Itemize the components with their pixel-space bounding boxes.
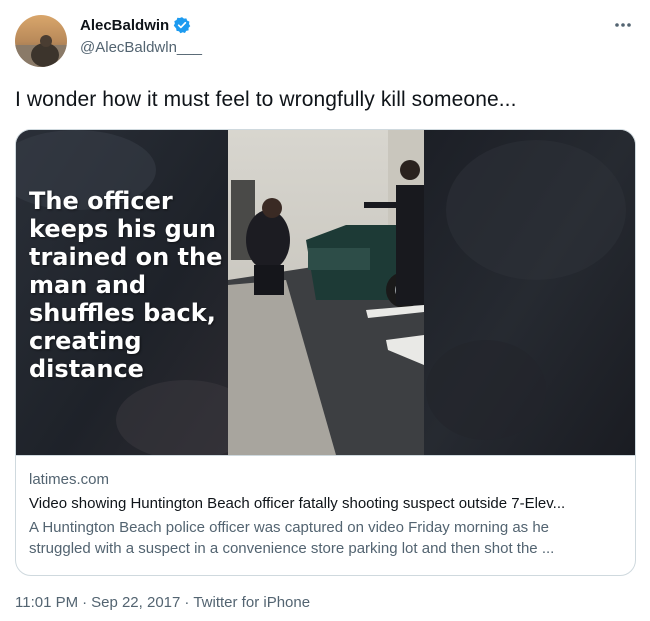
tweet-date[interactable]: Sep 22, 2017 xyxy=(91,594,180,611)
card-title: Video showing Huntington Beach officer f… xyxy=(29,495,566,512)
separator-dot: · xyxy=(82,594,88,611)
separator-dot: · xyxy=(184,594,190,611)
display-name[interactable]: AlecBaldwin xyxy=(80,17,169,34)
tweet-text: I wonder how it must feel to wrongfully … xyxy=(15,88,517,111)
card-description-line-1: A Huntington Beach police officer was ca… xyxy=(29,519,550,536)
link-card[interactable]: The officer keeps his gun trained on the… xyxy=(15,129,636,576)
card-description: A Huntington Beach police officer was ca… xyxy=(29,517,622,559)
card-domain: latimes.com xyxy=(29,471,110,488)
more-options-icon[interactable] xyxy=(612,18,634,32)
card-image[interactable]: The officer keeps his gun trained on the… xyxy=(16,130,635,455)
card-description-line-2: struggled with a suspect in a convenienc… xyxy=(29,540,555,557)
handle[interactable]: @AlecBaldwln___ xyxy=(80,39,202,56)
tweet-source[interactable]: Twitter for iPhone xyxy=(193,594,310,611)
verified-badge-icon xyxy=(173,16,191,34)
card-image-caption: The officer keeps his gun trained on the… xyxy=(29,187,223,383)
avatar[interactable] xyxy=(15,15,67,67)
tweet-metadata: 11:01 PM · Sep 22, 2017 · Twitter for iP… xyxy=(15,594,310,611)
card-meta[interactable]: latimes.com Video showing Huntington Bea… xyxy=(16,455,635,575)
tweet-time[interactable]: 11:01 PM xyxy=(15,594,78,611)
